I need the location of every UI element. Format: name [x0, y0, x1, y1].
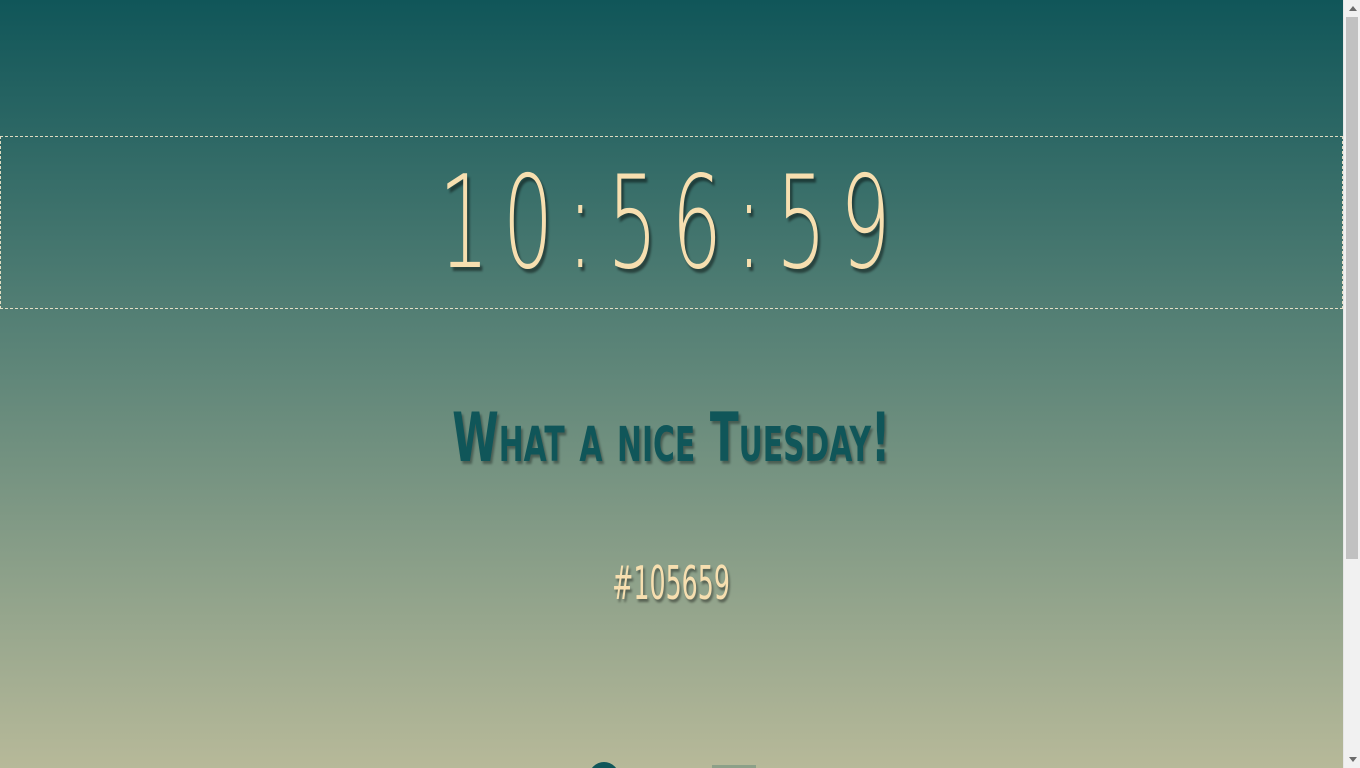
clock-container: 10:56:59	[0, 136, 1343, 309]
scrollbar-thumb[interactable]	[1346, 17, 1358, 559]
chevron-up-icon[interactable]	[1344, 0, 1360, 17]
greeting-text: What a nice Tuesday!	[452, 399, 891, 478]
page-background: 10:56:59 What a nice Tuesday! #105659	[0, 0, 1343, 768]
vertical-scrollbar[interactable]	[1343, 0, 1360, 768]
hex-color-text: #105659	[612, 556, 731, 610]
hex-color-container: #105659	[0, 560, 1343, 606]
greeting-container: What a nice Tuesday!	[0, 405, 1343, 473]
chevron-down-icon[interactable]	[1344, 751, 1360, 768]
clock-time: 10:56:59	[438, 148, 905, 298]
bottom-circle-icon[interactable]	[589, 762, 619, 768]
